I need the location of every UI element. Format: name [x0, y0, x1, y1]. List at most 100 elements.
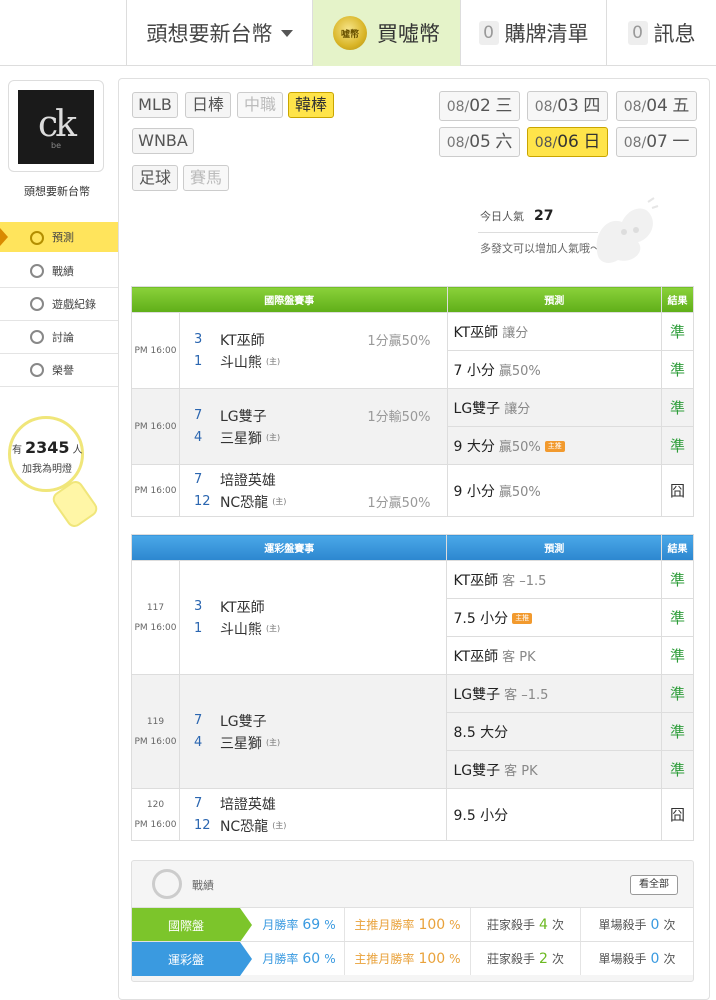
- score: 3: [193, 332, 203, 347]
- sidebar-username: 頭想要新台幣: [24, 185, 90, 198]
- date-tab[interactable]: 08/05 六: [439, 127, 520, 157]
- date-day: 07: [646, 132, 668, 152]
- score: 3: [193, 599, 203, 614]
- fans-suffix: 人: [72, 445, 83, 456]
- featured-badge: 主推: [512, 613, 533, 624]
- home-marker: (主): [265, 357, 281, 366]
- sidebar-item-label: 戰績: [52, 265, 74, 278]
- league-tab-npb[interactable]: 日棒: [185, 92, 231, 118]
- popularity-value: 27: [534, 208, 554, 224]
- table-row: 120 PM 16:00 7 培證英雄 12 NC恐龍 (主) 9.5 小分 囧: [131, 788, 694, 841]
- table-header: 國際盤賽事 預測 結果: [131, 286, 694, 313]
- date-weekday: 三: [495, 96, 513, 116]
- prediction-sub: 讓分: [504, 401, 531, 417]
- medal-icon: [30, 363, 44, 377]
- stat-label: 單場殺手: [598, 952, 647, 966]
- result: 準: [661, 350, 694, 389]
- match-cell: 7 培證英雄 12 NC恐龍 (主): [178, 788, 448, 841]
- prediction-sub: 客 –1.5: [502, 573, 547, 589]
- stat-label: 莊家殺手: [487, 952, 536, 966]
- prediction-sub: 客 PK: [502, 649, 536, 665]
- score: 7: [193, 796, 203, 811]
- handicap: 1分輸50%: [367, 410, 431, 425]
- prediction-sub: 客 PK: [504, 763, 538, 779]
- sidebar-item-record[interactable]: 戰績: [0, 255, 118, 288]
- sidebar-item-predict[interactable]: 預測: [0, 222, 128, 252]
- view-all-button[interactable]: 看全部: [630, 875, 678, 895]
- team-name: KT巫師: [219, 332, 265, 349]
- avatar-logo-sub: be: [51, 141, 61, 150]
- target-icon: [30, 231, 44, 245]
- follow-bulb[interactable]: 有 2345 人 加我為明燈: [8, 416, 108, 566]
- home-marker: (主): [265, 433, 281, 442]
- league-tab-horse: 賽馬: [183, 165, 229, 191]
- messages-button[interactable]: 0 訊息: [606, 0, 716, 66]
- prediction: 9 小分 贏50%: [446, 464, 663, 517]
- team-name: 斗山熊: [219, 354, 262, 371]
- prediction: 9.5 小分: [446, 788, 663, 841]
- league-tab-soccer[interactable]: 足球: [132, 165, 178, 191]
- result: 準: [661, 636, 694, 675]
- game-clock: PM 16:00: [134, 736, 177, 747]
- date-weekday: 四: [583, 96, 601, 116]
- result: 準: [661, 598, 694, 637]
- prediction: KT巫師客 PK: [446, 636, 663, 675]
- stat-value: 0: [650, 950, 660, 967]
- date-month: 08/: [446, 99, 470, 115]
- prediction: KT巫師 讓分: [446, 312, 663, 351]
- prediction-sub: 贏50%: [498, 363, 541, 379]
- stat-label: 主推月勝率: [354, 952, 415, 966]
- date-tab[interactable]: 08/03 四: [527, 91, 608, 121]
- team-name: NC恐龍: [219, 494, 269, 511]
- record-title: 戰績: [192, 879, 214, 892]
- date-weekday: 一: [672, 132, 690, 152]
- date-weekday: 五: [672, 96, 690, 116]
- buy-coins-button[interactable]: 噓幣 買噓幣: [312, 0, 460, 66]
- game-time: 120 PM 16:00: [131, 788, 180, 841]
- team-name: 三星獅: [219, 735, 262, 752]
- record-tag: 運彩盤: [132, 942, 252, 976]
- league-tab-mlb[interactable]: MLB: [132, 92, 178, 118]
- date-day: 03: [557, 96, 579, 116]
- record-row-lottery: 運彩盤 月勝率 60% 主推月勝率 100% 莊家殺手 2 次 單場殺手 0 次: [132, 941, 693, 976]
- cart-button[interactable]: 0 購牌清單: [460, 0, 606, 66]
- league-tab-kbo[interactable]: 韓棒: [288, 92, 334, 118]
- date-tab[interactable]: 08/07 一: [616, 127, 697, 157]
- date-tab[interactable]: 08/04 五: [616, 91, 697, 121]
- league-tab-wnba[interactable]: WNBA: [132, 128, 194, 154]
- avatar-frame[interactable]: ck be: [8, 80, 104, 172]
- home-marker: (主): [265, 624, 281, 633]
- sidebar-item-honor[interactable]: 榮譽: [0, 354, 118, 387]
- messages-count-badge: 0: [627, 21, 648, 45]
- avatar-logo: ck: [38, 104, 77, 145]
- result: 囧: [661, 788, 694, 841]
- team-name: KT巫師: [219, 599, 265, 616]
- handicap: 1分贏50%: [367, 496, 431, 511]
- stat-value: 4: [539, 916, 548, 933]
- featured-win-rate: 主推月勝率 100%: [344, 942, 470, 975]
- table-row: 119 PM 16:00 7 LG雙子 4 三星獅 (主) LG雙子客 –1.5 準: [131, 674, 694, 789]
- score: 4: [193, 735, 203, 750]
- stat-unit: %: [449, 917, 461, 932]
- sidebar-item-discuss[interactable]: 討論: [0, 321, 118, 354]
- prediction: LG雙子客 –1.5: [446, 674, 663, 713]
- date-tab[interactable]: 08/02 三: [439, 91, 520, 121]
- league-tab-cpbl: 中職: [237, 92, 283, 118]
- featured-badge: 主推: [544, 441, 565, 452]
- stat-value: 100: [418, 950, 446, 967]
- home-marker: (主): [272, 497, 287, 506]
- single-game-killer: 單場殺手 0 次: [580, 942, 693, 975]
- date-tab-selected[interactable]: 08/06 日: [527, 127, 608, 157]
- user-menu[interactable]: 頭想要新台幣: [126, 0, 312, 66]
- intl-table: 國際盤賽事 預測 結果 PM 16:00 3 KT巫師 1分贏50% 1 斗山熊 (主)…: [131, 286, 694, 517]
- prediction-sub: 贏50%: [498, 439, 541, 455]
- bookie-killer: 莊家殺手 4 次: [470, 908, 580, 941]
- table-header: 運彩盤賽事 預測 結果: [130, 534, 694, 561]
- score: 12: [193, 494, 211, 509]
- prediction-text: KT巫師: [453, 324, 499, 341]
- column-header: 結果: [661, 534, 694, 561]
- team-name: NC恐龍: [219, 818, 269, 835]
- buy-coins-label: 買噓幣: [377, 22, 440, 46]
- fans-prefix: 有: [12, 445, 22, 456]
- sidebar-item-game-log[interactable]: 遊戲紀錄: [0, 288, 118, 321]
